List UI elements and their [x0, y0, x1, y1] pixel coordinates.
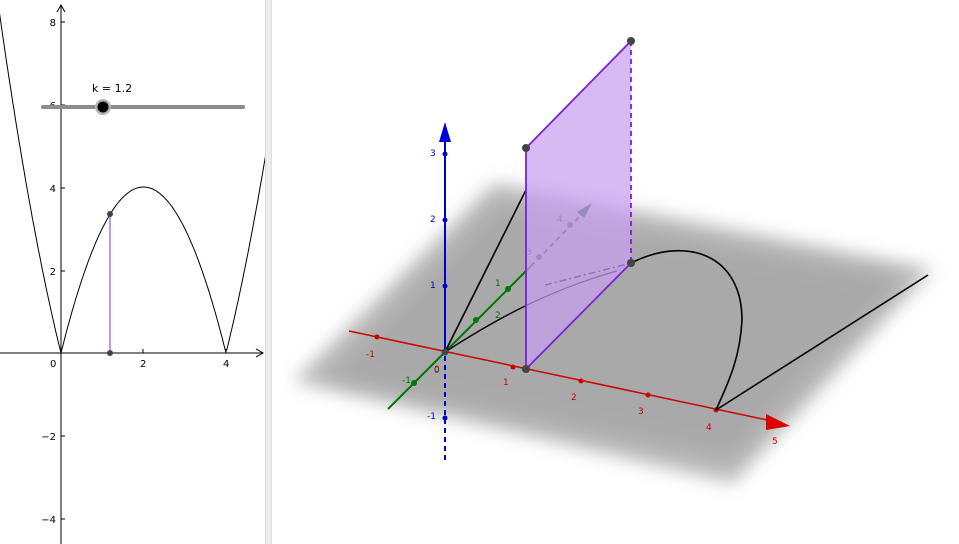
graphics-view-3d[interactable]: -1 1 2 3 4 -1 0 1 2 3 4 5 3 2 1 -1 0: [272, 0, 959, 544]
y-tick-label: 4: [50, 184, 56, 195]
x-tick-label: -1: [366, 350, 375, 360]
z-tick-dot: [442, 151, 448, 157]
x-tick-dot: [645, 392, 651, 398]
z-tick-label: 1: [430, 281, 436, 291]
z-tick-dot: [442, 283, 448, 289]
curve-point[interactable]: [107, 211, 113, 217]
point-bottom-left[interactable]: [522, 365, 530, 373]
slider-handle[interactable]: [97, 101, 109, 113]
axis-point[interactable]: [107, 350, 113, 356]
x-tick-label: 0: [50, 359, 56, 370]
y-tick-label: 8: [50, 18, 56, 29]
z-tick-dot: [442, 415, 448, 421]
view-divider[interactable]: [265, 0, 272, 544]
x-tick-dot: [578, 378, 584, 384]
point-top-left[interactable]: [522, 144, 530, 152]
x-tick-label: 4: [706, 423, 712, 433]
y-tick-dot: [505, 286, 511, 292]
z-axis-3d-arrow: [439, 122, 451, 142]
function-curve[interactable]: [0, 11, 265, 354]
x-tick-label: 1: [503, 378, 509, 388]
y-tick-dot: [411, 380, 417, 386]
graphics-3d-canvas[interactable]: -1 1 2 3 4 -1 0 1 2 3 4 5 3 2 1 -1 0: [272, 0, 959, 544]
x-tick-label: 4: [223, 359, 229, 370]
y-tick-label: 1: [495, 279, 501, 289]
x-tick-label: 5: [772, 437, 778, 447]
y-tick-label: -1: [402, 376, 411, 386]
graphics-view-2d[interactable]: 0 2 4 8 6 4 2 −2 −4 k = 1.2: [0, 0, 265, 544]
origin-point[interactable]: [441, 348, 449, 356]
point-bottom-right[interactable]: [627, 259, 635, 267]
y-tick-label: −2: [41, 432, 56, 443]
x-tick-label: 2: [571, 393, 577, 403]
x-tick-label: 3: [638, 407, 644, 417]
slider-label: k = 1.2: [92, 82, 133, 95]
z-tick-label: -1: [427, 412, 436, 422]
x-tick-dot: [374, 334, 380, 340]
graphics-2d-canvas[interactable]: 0 2 4 8 6 4 2 −2 −4: [0, 0, 265, 544]
origin-label: 0: [434, 366, 440, 376]
y-tick-label: −4: [41, 515, 56, 526]
x-tick-dot: [510, 364, 516, 370]
y-tick-dot: [473, 317, 479, 323]
y-tick-label: 2: [50, 267, 56, 278]
z-tick-dot: [442, 217, 448, 223]
z-tick-label: 2: [430, 215, 436, 225]
x-tick-label: 2: [140, 359, 146, 370]
z-tick-label: 3: [430, 149, 436, 159]
point-top-right[interactable]: [627, 37, 635, 45]
